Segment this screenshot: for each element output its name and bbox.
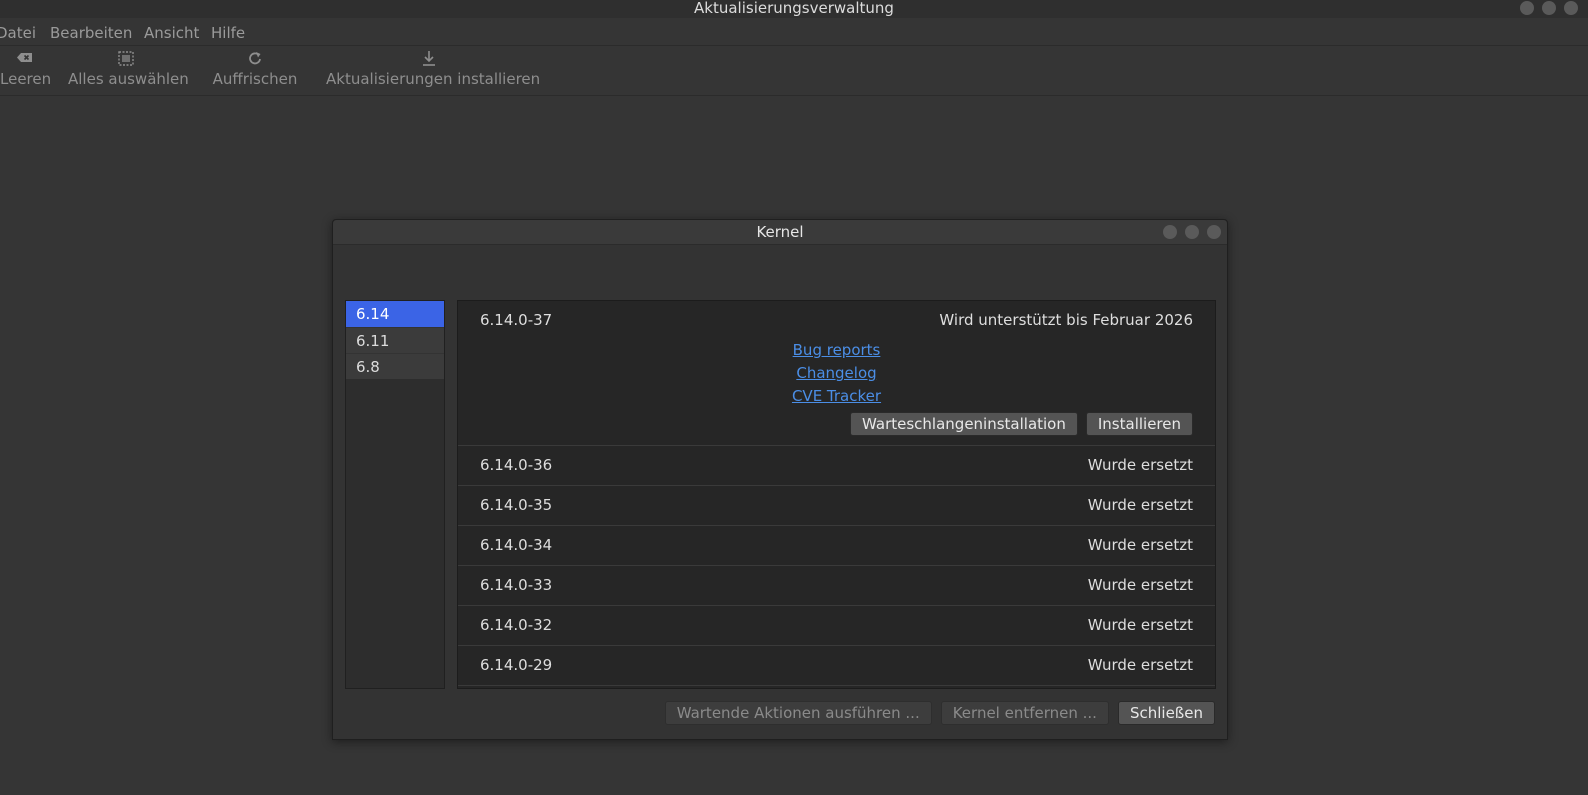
kernel-version: 6.14.0-34 — [480, 536, 553, 554]
cve-tracker-link[interactable]: CVE Tracker — [792, 385, 881, 408]
select-all-label: Alles auswählen — [68, 70, 189, 88]
refresh-label: Auffrischen — [212, 70, 298, 88]
kernel-version: 6.14.0-32 — [480, 616, 553, 634]
install-kernel-button[interactable]: Installieren — [1085, 412, 1193, 436]
kernel-row[interactable]: 6.14.0-35 Wurde ersetzt — [458, 486, 1215, 526]
clear-button[interactable]: Leeren — [0, 47, 52, 89]
kernel-row[interactable]: 6.14.0-32 Wurde ersetzt — [458, 606, 1215, 646]
kernel-links: Bug reports Changelog CVE Tracker — [458, 339, 1215, 408]
kernel-row-expanded[interactable]: 6.14.0-37 Wird unterstützt bis Februar 2… — [458, 301, 1215, 446]
window-title: Aktualisierungsverwaltung — [694, 0, 894, 17]
kernel-row[interactable]: 6.14.0-36 Wurde ersetzt — [458, 446, 1215, 486]
close-dialog-button[interactable]: Schließen — [1117, 701, 1215, 725]
select-all-icon — [118, 51, 134, 66]
install-updates-label: Aktualisierungen installieren — [326, 70, 541, 88]
kernel-version: 6.14.0-36 — [480, 456, 553, 474]
menu-datei[interactable]: Datei — [0, 24, 36, 42]
download-icon — [423, 51, 435, 66]
dialog-close-button[interactable] — [1207, 225, 1221, 239]
series-item-6-14[interactable]: 6.14 — [346, 301, 444, 327]
kernel-version: 6.14.0-37 — [480, 311, 553, 329]
kernel-row[interactable]: 6.14.0-33 Wurde ersetzt — [458, 566, 1215, 606]
main-titlebar: Aktualisierungsverwaltung — [0, 0, 1588, 18]
kernel-row-actions: Warteschlangeninstallation Installieren — [850, 412, 1193, 436]
kernel-version: 6.14.0-35 — [480, 496, 553, 514]
dialog-minimize-button[interactable] — [1163, 225, 1177, 239]
kernel-status: Wurde ersetzt — [1087, 576, 1193, 594]
kernel-version: 6.14.0-29 — [480, 656, 553, 674]
kernel-row[interactable]: 6.14.0-34 Wurde ersetzt — [458, 526, 1215, 566]
dialog-titlebar: Kernel — [333, 220, 1227, 245]
kernel-status: Wurde ersetzt — [1087, 456, 1193, 474]
kernel-version: 6.14.0-33 — [480, 576, 553, 594]
kernel-status: Wurde ersetzt — [1087, 496, 1193, 514]
dialog-title: Kernel — [756, 223, 804, 241]
maximize-button[interactable] — [1542, 1, 1556, 15]
install-updates-button[interactable]: Aktualisierungen installieren — [326, 47, 541, 89]
remove-kernel-button[interactable]: Kernel entfernen ... — [940, 701, 1109, 725]
series-item-6-11[interactable]: 6.11 — [346, 327, 444, 353]
refresh-icon — [249, 52, 261, 65]
window-controls — [1520, 1, 1578, 15]
dialog-footer: Wartende Aktionen ausführen ... Kernel e… — [664, 701, 1215, 725]
menu-hilfe[interactable]: Hilfe — [211, 24, 245, 42]
changelog-link[interactable]: Changelog — [796, 362, 876, 385]
toolbar: Leeren Alles auswählen Auffrischen Aktua… — [0, 47, 1588, 96]
refresh-button[interactable]: Auffrischen — [212, 47, 298, 89]
dialog-maximize-button[interactable] — [1185, 225, 1199, 239]
backspace-icon — [17, 53, 32, 62]
kernel-list: 6.14.0-37 Wird unterstützt bis Februar 2… — [457, 300, 1216, 689]
run-pending-actions-button[interactable]: Wartende Aktionen ausführen ... — [664, 701, 932, 725]
minimize-button[interactable] — [1520, 1, 1534, 15]
menu-ansicht[interactable]: Ansicht — [144, 24, 199, 42]
kernel-series-list: 6.14 6.11 6.8 — [345, 300, 445, 689]
kernel-status: Wurde ersetzt — [1087, 536, 1193, 554]
queue-install-button[interactable]: Warteschlangeninstallation — [850, 412, 1078, 436]
kernel-status: Wurde ersetzt — [1087, 656, 1193, 674]
bug-reports-link[interactable]: Bug reports — [793, 339, 881, 362]
kernel-status: Wurde ersetzt — [1087, 616, 1193, 634]
select-all-button[interactable]: Alles auswählen — [68, 47, 189, 89]
series-item-6-8[interactable]: 6.8 — [346, 353, 444, 379]
dialog-window-controls — [1163, 225, 1221, 239]
kernel-row[interactable]: 6.14.0-29 Wurde ersetzt — [458, 646, 1215, 686]
menubar: Datei Bearbeiten Ansicht Hilfe — [0, 22, 1588, 46]
clear-label: Leeren — [0, 70, 52, 88]
menu-bearbeiten[interactable]: Bearbeiten — [50, 24, 132, 42]
kernel-dialog: Kernel 6.14 6.11 6.8 6.14.0-37 Wird unte… — [332, 219, 1228, 740]
close-window-button[interactable] — [1564, 1, 1578, 15]
kernel-status: Wird unterstützt bis Februar 2026 — [939, 311, 1193, 329]
